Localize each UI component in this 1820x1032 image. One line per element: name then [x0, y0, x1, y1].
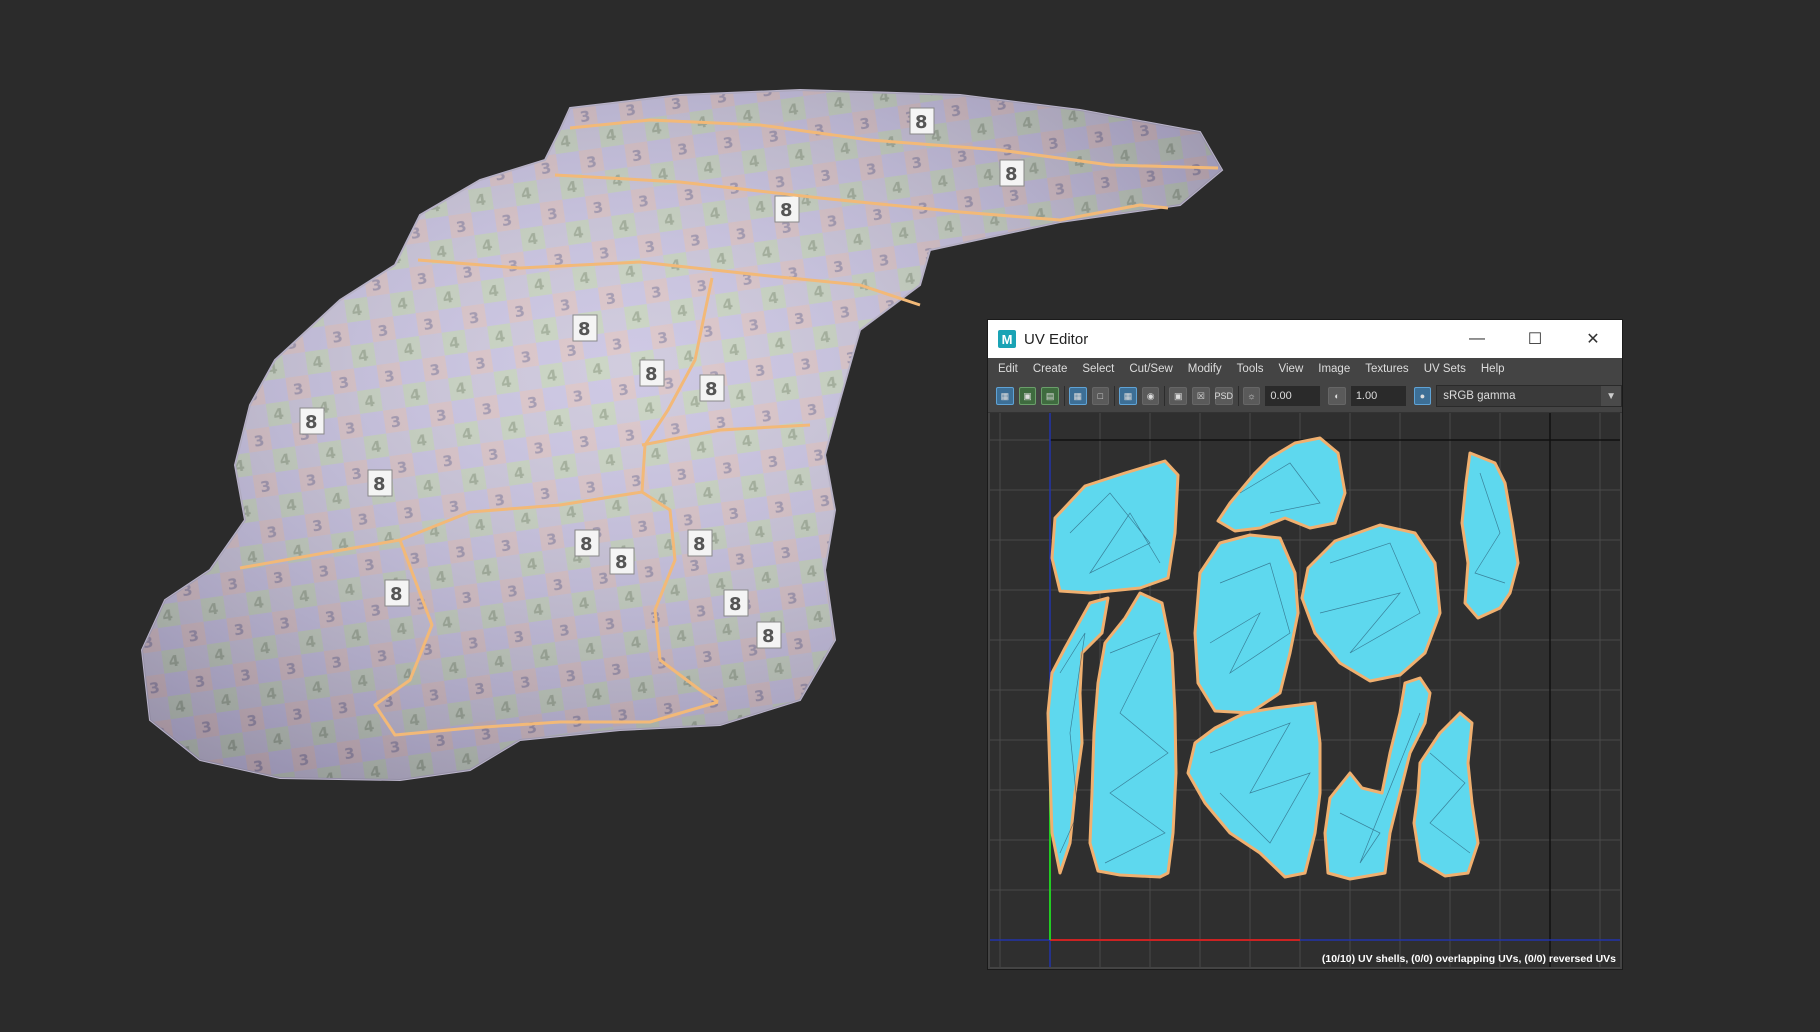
- menu-textures[interactable]: Textures: [1365, 363, 1408, 375]
- svg-text:8: 8: [729, 594, 742, 615]
- psd-icon[interactable]: PSD: [1214, 387, 1233, 405]
- minimize-icon[interactable]: —: [1448, 320, 1506, 358]
- svg-text:8: 8: [915, 112, 928, 133]
- menu-bar: Edit Create Select Cut/Sew Modify Tools …: [988, 358, 1622, 380]
- uv-canvas[interactable]: [990, 413, 1620, 967]
- menu-help[interactable]: Help: [1481, 363, 1505, 375]
- dim-image-icon[interactable]: ☒: [1192, 387, 1210, 405]
- title-bar[interactable]: M UV Editor — ☐ ✕: [988, 320, 1622, 358]
- svg-text:8: 8: [1005, 164, 1018, 185]
- uv-shell[interactable]: [1193, 533, 1300, 715]
- svg-text:8: 8: [305, 412, 318, 433]
- menu-view[interactable]: View: [1279, 363, 1304, 375]
- window-title: UV Editor: [1024, 330, 1089, 348]
- color-management-icon[interactable]: ●: [1413, 387, 1432, 405]
- color-space-dropdown[interactable]: sRGB gamma ▼: [1436, 385, 1623, 407]
- svg-text:8: 8: [780, 200, 793, 221]
- gamma-icon[interactable]: ◐: [1328, 387, 1346, 405]
- menu-edit[interactable]: Edit: [998, 363, 1018, 375]
- svg-text:8: 8: [373, 474, 386, 495]
- menu-tools[interactable]: Tools: [1237, 363, 1264, 375]
- close-icon[interactable]: ✕: [1564, 320, 1622, 358]
- menu-image[interactable]: Image: [1318, 363, 1350, 375]
- menu-uv-sets[interactable]: UV Sets: [1424, 363, 1466, 375]
- status-line: (10/10) UV shells, (0/0) overlapping UVs…: [1321, 953, 1616, 965]
- svg-text:8: 8: [762, 626, 775, 647]
- maximize-icon[interactable]: ☐: [1506, 320, 1564, 358]
- edge-select-icon[interactable]: ▤: [1041, 387, 1059, 405]
- svg-text:8: 8: [705, 379, 718, 400]
- color-space-value: sRGB gamma: [1443, 390, 1516, 402]
- exposure-field[interactable]: 0.00: [1265, 386, 1321, 406]
- shell-select-icon[interactable]: ▦: [996, 387, 1014, 405]
- uv-editor-window[interactable]: M UV Editor — ☐ ✕ Edit Create Select Cut…: [987, 319, 1623, 970]
- chevron-down-icon[interactable]: ▼: [1601, 386, 1622, 406]
- svg-text:8: 8: [390, 584, 403, 605]
- gamma-field[interactable]: 1.00: [1350, 386, 1406, 406]
- svg-text:8: 8: [693, 534, 706, 555]
- menu-cut-sew[interactable]: Cut/Sew: [1129, 363, 1172, 375]
- menu-create[interactable]: Create: [1033, 363, 1068, 375]
- uv-select-icon[interactable]: ▣: [1018, 387, 1037, 405]
- image-display-icon[interactable]: ▣: [1169, 387, 1188, 405]
- svg-text:8: 8: [645, 364, 658, 385]
- wireframe-icon[interactable]: ▦: [1068, 387, 1087, 405]
- svg-text:8: 8: [580, 534, 593, 555]
- toolbar: ▦ ▣ ▤ ▦ □ ▦ ◉ ▣ ☒ PSD ☼ 0.00 ◐ 1.00 ● sR…: [988, 380, 1623, 413]
- shaded-icon[interactable]: □: [1091, 387, 1110, 405]
- exposure-icon[interactable]: ☼: [1242, 387, 1261, 405]
- svg-text:8: 8: [578, 319, 591, 340]
- pixel-snap-icon[interactable]: ◉: [1141, 387, 1160, 405]
- grid-toggle-icon[interactable]: ▦: [1119, 387, 1137, 405]
- menu-select[interactable]: Select: [1082, 363, 1114, 375]
- svg-text:8: 8: [615, 552, 628, 573]
- menu-modify[interactable]: Modify: [1188, 363, 1222, 375]
- maya-logo-icon: M: [998, 330, 1016, 348]
